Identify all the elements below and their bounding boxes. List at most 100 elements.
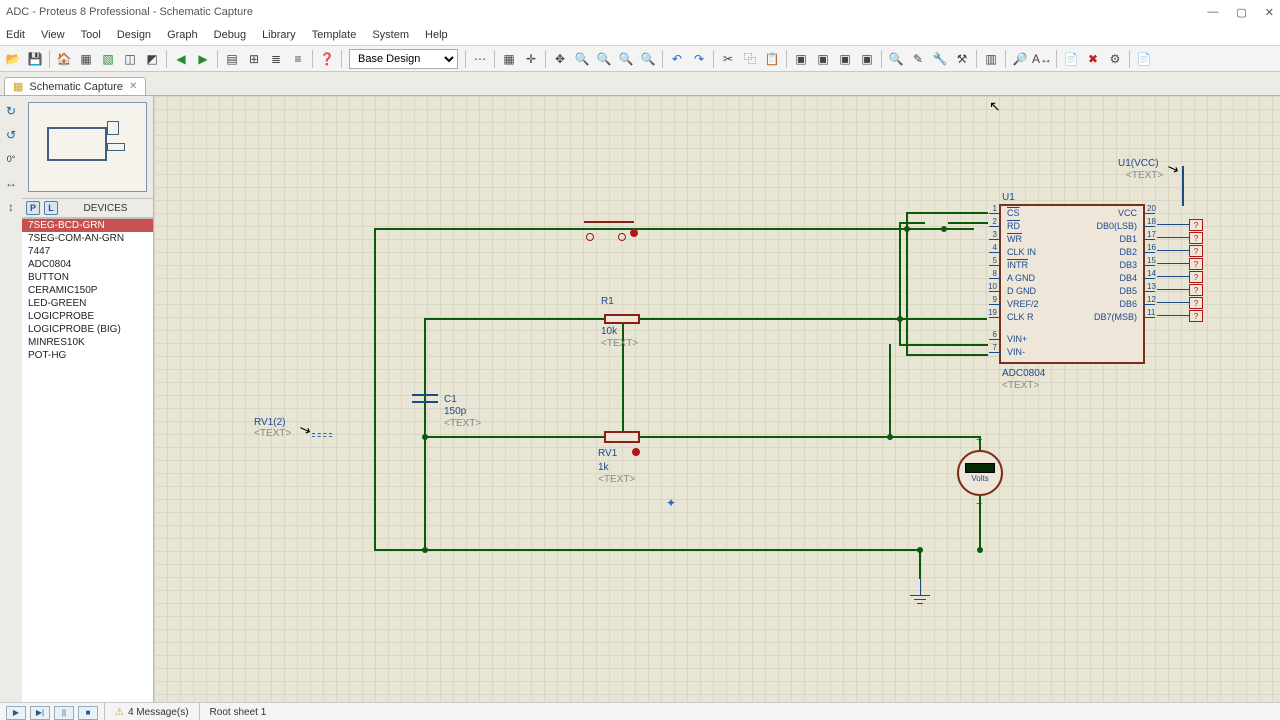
menu-system[interactable]: System (372, 29, 409, 41)
3d-icon[interactable]: ◫ (120, 49, 140, 69)
rotate-cw-icon[interactable]: ↻ (2, 102, 20, 120)
schematic-icon[interactable]: ▦ (76, 49, 96, 69)
menu-debug[interactable]: Debug (214, 29, 246, 41)
device-item[interactable]: LOGICPROBE (BIG) (22, 323, 153, 336)
tool-a-icon[interactable]: ✎ (908, 49, 928, 69)
forward-icon[interactable]: ▶ (193, 49, 213, 69)
cut-icon[interactable]: ✂ (718, 49, 738, 69)
lib-button[interactable]: L (44, 201, 58, 215)
delete-sheet-icon[interactable]: ✖ (1083, 49, 1103, 69)
u1-component[interactable]: 1CS2RD3WR4CLK IN5INTR8A GND10D GND9VREF/… (999, 204, 1145, 364)
layers-icon[interactable]: ≣ (266, 49, 286, 69)
device-item[interactable]: 7SEG-COM-AN-GRN (22, 232, 153, 245)
stop-button[interactable]: ■ (78, 706, 98, 720)
chip-icon[interactable]: ▤ (222, 49, 242, 69)
block-copy-icon[interactable]: ▣ (791, 49, 811, 69)
schematic-canvas[interactable]: R1 10k <TEXT> C1 150p <TEXT> RV1 1k <TEX… (154, 96, 1280, 702)
button-component[interactable] (584, 213, 634, 215)
save-icon[interactable]: 💾 (25, 49, 45, 69)
find-icon[interactable]: 🔎 (1010, 49, 1030, 69)
replace-icon[interactable]: A↔ (1032, 49, 1052, 69)
tool-b-icon[interactable]: 🔧 (930, 49, 950, 69)
package-icon[interactable]: ▥ (981, 49, 1001, 69)
close-icon[interactable]: ✕ (1265, 6, 1274, 19)
pan-icon[interactable]: ✥ (550, 49, 570, 69)
pick-button[interactable]: P (26, 201, 40, 215)
device-item[interactable]: POT-HG (22, 349, 153, 362)
new-sheet-icon[interactable]: 📄 (1061, 49, 1081, 69)
flip-v-icon[interactable]: ↕ (2, 198, 20, 216)
list-icon[interactable]: ≡ (288, 49, 308, 69)
block-rotate-icon[interactable]: ▣ (835, 49, 855, 69)
logic-probe[interactable]: ? (1189, 245, 1203, 257)
zoom-area-icon[interactable]: 🔍 (638, 49, 658, 69)
pause-button[interactable]: || (54, 706, 74, 720)
logic-probe[interactable]: ? (1189, 271, 1203, 283)
undo-icon[interactable]: ↶ (667, 49, 687, 69)
flip-h-icon[interactable]: ↔ (2, 174, 20, 192)
maximize-icon[interactable]: ▢ (1236, 6, 1246, 19)
logic-probe[interactable]: ? (1189, 284, 1203, 296)
menu-graph[interactable]: Graph (167, 29, 198, 41)
device-item[interactable]: CERAMIC150P (22, 284, 153, 297)
device-item[interactable]: BUTTON (22, 271, 153, 284)
play-button[interactable]: ▶ (6, 706, 26, 720)
logic-probe[interactable]: ? (1189, 258, 1203, 270)
tool-c-icon[interactable]: ⚒ (952, 49, 972, 69)
logic-probe[interactable]: ? (1189, 232, 1203, 244)
step-button[interactable]: ▶| (30, 706, 50, 720)
redo-icon[interactable]: ↷ (689, 49, 709, 69)
device-item[interactable]: LOGICPROBE (22, 310, 153, 323)
device-list[interactable]: 7SEG-BCD-GRN7SEG-COM-AN-GRN7447ADC0804BU… (22, 218, 153, 702)
device-item[interactable]: 7SEG-BCD-GRN (22, 219, 153, 232)
status-messages[interactable]: 4 Message(s) (128, 707, 189, 718)
menu-help[interactable]: Help (425, 29, 448, 41)
preview-pane[interactable] (28, 102, 147, 192)
zoom-fit-icon[interactable]: 🔍 (616, 49, 636, 69)
logic-probe[interactable]: ? (1189, 297, 1203, 309)
compile-icon[interactable]: ⚙ (1105, 49, 1125, 69)
logic-probe[interactable]: ? (1189, 219, 1203, 231)
filter-icon[interactable]: ⋯ (470, 49, 490, 69)
help-icon[interactable]: ❓ (317, 49, 337, 69)
title-bar: ADC - Proteus 8 Professional - Schematic… (0, 0, 1280, 24)
r1-component[interactable] (604, 314, 640, 324)
zoom-sel-icon[interactable]: 🔍 (886, 49, 906, 69)
status-sheet[interactable]: Root sheet 1 (210, 707, 267, 718)
tab-close-icon[interactable]: ✕ (129, 81, 137, 92)
zoom-out-icon[interactable]: 🔍 (594, 49, 614, 69)
device-item[interactable]: MINRES10K (22, 336, 153, 349)
grid-icon[interactable]: ▦ (499, 49, 519, 69)
paste-icon[interactable]: 📋 (762, 49, 782, 69)
device-item[interactable]: LED-GREEN (22, 297, 153, 310)
tab-schematic[interactable]: ▦ Schematic Capture ✕ (4, 77, 146, 95)
voltmeter[interactable]: Volts (957, 450, 1003, 496)
block-delete-icon[interactable]: ▣ (857, 49, 877, 69)
menu-library[interactable]: Library (262, 29, 296, 41)
report-icon[interactable]: 📄 (1134, 49, 1154, 69)
gerber-icon[interactable]: ◩ (142, 49, 162, 69)
open-icon[interactable]: 📂 (3, 49, 23, 69)
device-item[interactable]: 7447 (22, 245, 153, 258)
design-select[interactable]: Base Design (349, 49, 458, 69)
home-icon[interactable]: 🏠 (54, 49, 74, 69)
rotate-ccw-icon[interactable]: ↺ (2, 126, 20, 144)
zoom-in-icon[interactable]: 🔍 (572, 49, 592, 69)
menu-edit[interactable]: Edit (6, 29, 25, 41)
block-move-icon[interactable]: ▣ (813, 49, 833, 69)
menu-view[interactable]: View (41, 29, 65, 41)
device-item[interactable]: ADC0804 (22, 258, 153, 271)
menu-template[interactable]: Template (312, 29, 357, 41)
menu-tool[interactable]: Tool (81, 29, 101, 41)
pcb-icon[interactable]: ▧ (98, 49, 118, 69)
c1-component[interactable] (412, 394, 438, 403)
back-icon[interactable]: ◀ (171, 49, 191, 69)
snap-icon[interactable]: ✛ (521, 49, 541, 69)
logic-probe[interactable]: ? (1189, 310, 1203, 322)
minimize-icon[interactable]: — (1207, 6, 1218, 19)
copy-icon[interactable]: ⿻ (740, 49, 760, 69)
rv1-component[interactable] (604, 431, 640, 443)
window-icon[interactable]: ⊞ (244, 49, 264, 69)
menu-design[interactable]: Design (117, 29, 151, 41)
vm-plus: + (976, 434, 982, 446)
